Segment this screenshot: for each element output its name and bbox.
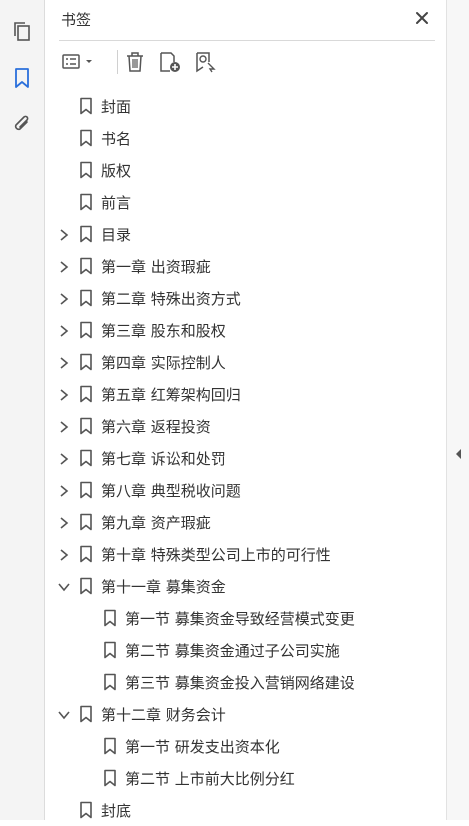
bookmark-icon [79,449,93,467]
chevron-right-icon[interactable] [57,227,71,241]
bookmark-label: 版权 [101,162,132,180]
bookmark-icon [79,385,93,403]
bookmark-label: 第二章 特殊出资方式 [101,290,241,308]
bookmark-icon [79,513,93,531]
bookmark-item[interactable]: 版权 [45,154,446,186]
bookmark-item[interactable]: 第二节 募集资金通过子公司实施 [45,634,446,666]
delete-icon[interactable] [123,48,147,76]
bookmark-icon [103,609,117,627]
bookmark-search-icon[interactable] [193,48,219,76]
chevron-right-icon[interactable] [57,259,71,273]
bookmark-icon [79,801,93,819]
bookmark-icon [103,769,117,787]
bookmark-item[interactable]: 第一章 出资瑕疵 [45,250,446,282]
chevron-right-icon[interactable] [57,515,71,529]
bookmark-item[interactable]: 第四章 实际控制人 [45,346,446,378]
bookmark-toolbar [59,44,435,80]
bookmark-icon [103,737,117,755]
pages-icon[interactable] [10,20,34,44]
bookmark-item[interactable]: 第十章 特殊类型公司上市的可行性 [45,538,446,570]
bookmark-label: 第十二章 财务会计 [101,706,226,724]
bookmark-item[interactable]: 第六章 返程投资 [45,410,446,442]
close-icon[interactable] [413,9,431,27]
bookmark-icon [103,641,117,659]
chevron-right-icon[interactable] [57,483,71,497]
bookmark-icon [79,289,93,307]
bookmark-label: 第十章 特殊类型公司上市的可行性 [101,546,331,564]
bookmark-item[interactable]: 第二章 特殊出资方式 [45,282,446,314]
bookmark-icon [79,705,93,723]
bookmark-item[interactable]: 书名 [45,122,446,154]
chevron-right-icon[interactable] [57,323,71,337]
attachments-icon[interactable] [10,112,34,136]
panel-header: 书签 [59,0,435,41]
bookmark-label: 前言 [101,194,132,212]
bookmark-label: 第九章 资产瑕疵 [101,514,211,532]
bookmark-icon [79,257,93,275]
bookmark-icon [79,161,93,179]
bookmark-item[interactable]: 第十二章 财务会计 [45,698,446,730]
bookmarks-panel: 书签 封面书名版权前言目录第一章 出资瑕疵第二章 特殊出资方式 第三章 股东和股权… [45,0,446,820]
bookmark-icon [79,129,93,147]
chevron-right-icon[interactable] [57,451,71,465]
bookmark-tree: 封面书名版权前言目录第一章 出资瑕疵第二章 特殊出资方式 第三章 股东和股权 第四章… [45,90,446,826]
bookmark-item[interactable]: 第九章 资产瑕疵 [45,506,446,538]
bookmark-label: 第四章 实际控制人 [101,354,226,372]
chevron-right-icon[interactable] [57,387,71,401]
bookmark-item[interactable]: 第一节 募集资金导致经营模式变更 [45,602,446,634]
navigation-pane [0,0,45,820]
bookmark-item[interactable]: 第一节 研发支出资本化 [45,730,446,762]
panel-title: 书签 [61,11,92,29]
bookmark-icon [79,577,93,595]
options-menu-button[interactable] [61,48,97,76]
bookmark-label: 第三章 股东和股权 [101,322,226,340]
bookmark-icon [79,417,93,435]
bookmark-item[interactable]: 第三章 股东和股权 [45,314,446,346]
bookmark-item[interactable]: 前言 [45,186,446,218]
bookmark-label: 第一节 募集资金导致经营模式变更 [125,610,355,628]
bookmark-label: 第一节 研发支出资本化 [125,738,280,756]
right-strip [446,0,469,820]
bookmark-label: 第八章 典型税收问题 [101,482,241,500]
bookmark-icon [79,545,93,563]
bookmark-label: 第二节 募集资金通过子公司实施 [125,642,340,660]
bookmark-label: 封面 [101,98,132,116]
bookmark-label: 第二节 上市前大比例分红 [125,770,295,788]
bookmark-icon [79,193,93,211]
bookmark-item[interactable]: 目录 [45,218,446,250]
bookmark-item[interactable]: 第七章 诉讼和处罚 [45,442,446,474]
bookmark-icon [79,353,93,371]
bookmark-item[interactable]: 第八章 典型税收问题 [45,474,446,506]
new-bookmark-icon[interactable] [157,48,183,76]
chevron-right-icon[interactable] [57,547,71,561]
bookmark-icon [103,673,117,691]
bookmark-label: 书名 [101,130,132,148]
bookmark-item[interactable]: 封底 [45,794,446,826]
chevron-right-icon[interactable] [57,291,71,305]
bookmark-item[interactable]: 第五章 红筹架构回归 [45,378,446,410]
bookmark-item[interactable]: 第二节 上市前大比例分红 [45,762,446,794]
bookmark-item[interactable]: 封面 [45,90,446,122]
chevron-down-icon[interactable] [57,579,71,593]
bookmark-item[interactable]: 第十一章 募集资金 [45,570,446,602]
bookmark-icon [79,321,93,339]
bookmarks-icon[interactable] [10,66,34,90]
bookmark-label: 第十一章 募集资金 [101,578,226,596]
chevron-right-icon[interactable] [57,355,71,369]
bookmark-label: 第一章 出资瑕疵 [101,258,211,276]
bookmark-label: 第三节 募集资金投入营销网络建设 [125,674,355,692]
bookmark-icon [79,481,93,499]
bookmark-icon [79,97,93,115]
chevron-down-icon[interactable] [57,707,71,721]
collapse-panel-icon[interactable] [452,446,464,462]
bookmark-label: 第七章 诉讼和处罚 [101,450,226,468]
bookmark-icon [79,225,93,243]
bookmark-label: 目录 [101,226,132,244]
toolbar-divider [117,50,118,74]
bookmark-item[interactable]: 第三节 募集资金投入营销网络建设 [45,666,446,698]
bookmark-label: 第六章 返程投资 [101,418,211,436]
chevron-right-icon[interactable] [57,419,71,433]
bookmark-label: 封底 [101,802,132,820]
bookmark-label: 第五章 红筹架构回归 [101,386,241,404]
